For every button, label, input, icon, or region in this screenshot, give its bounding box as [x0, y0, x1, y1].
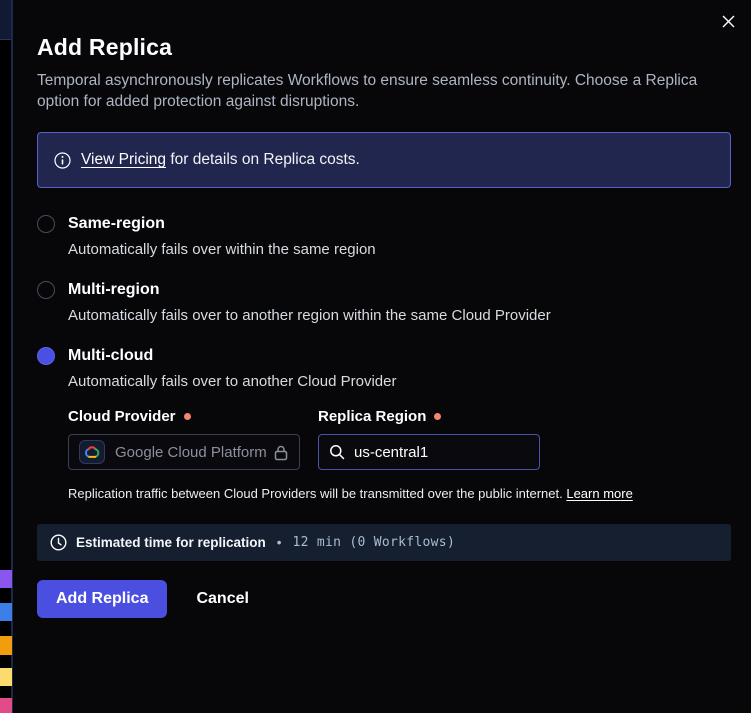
page-title: Add Replica — [37, 34, 727, 61]
backdrop-color-chip-yellow — [0, 668, 12, 686]
multi-region-label[interactable]: Multi-region — [68, 281, 160, 299]
replica-region-label-text: Replica Region — [318, 408, 426, 425]
multi-region-description: Automatically fails over to another regi… — [68, 307, 727, 324]
gcp-logo-icon — [79, 440, 105, 464]
replica-options-group: Same-region Automatically fails over wit… — [37, 215, 727, 501]
same-region-radio[interactable] — [37, 215, 55, 233]
cloud-provider-label: Cloud Provider — [68, 408, 300, 425]
backdrop-color-chip-purple — [0, 570, 12, 588]
background-page-sliver — [0, 0, 13, 713]
public-internet-note: Replication traffic between Cloud Provid… — [68, 486, 727, 501]
add-replica-modal: Add Replica Temporal asynchronously repl… — [13, 0, 751, 713]
estimate-separator: • — [277, 535, 282, 550]
multi-cloud-form: Cloud Provider — [68, 408, 727, 501]
cloud-provider-field-group: Cloud Provider — [68, 408, 300, 470]
cancel-button[interactable]: Cancel — [196, 590, 248, 608]
pricing-info-banner: View Pricing for details on Replica cost… — [37, 132, 731, 188]
replica-region-field-group: Replica Region us-centr — [318, 408, 540, 470]
clock-icon — [50, 534, 67, 551]
search-icon — [329, 444, 345, 460]
multi-region-radio[interactable] — [37, 281, 55, 299]
cloud-provider-label-text: Cloud Provider — [68, 408, 176, 425]
backdrop-color-chip-pink — [0, 698, 12, 713]
required-dot — [434, 413, 441, 420]
modal-description: Temporal asynchronously replicates Workf… — [37, 70, 713, 112]
background-header-fragment — [0, 0, 11, 40]
lock-icon — [273, 444, 289, 461]
option-same-region: Same-region Automatically fails over wit… — [37, 215, 727, 258]
replica-region-label: Replica Region — [318, 408, 540, 425]
backdrop-color-chip-blue — [0, 603, 12, 621]
info-icon — [54, 152, 71, 169]
add-replica-button[interactable]: Add Replica — [37, 580, 167, 618]
option-multi-region: Multi-region Automatically fails over to… — [37, 281, 727, 324]
multi-cloud-radio[interactable] — [37, 347, 55, 365]
option-multi-cloud: Multi-cloud Automatically fails over to … — [37, 347, 727, 501]
required-dot — [184, 413, 191, 420]
estimate-value: 12 min (0 Workflows) — [293, 535, 456, 550]
learn-more-link[interactable]: Learn more — [566, 486, 632, 501]
multi-cloud-label[interactable]: Multi-cloud — [68, 347, 153, 365]
multi-cloud-description: Automatically fails over to another Clou… — [68, 373, 727, 390]
estimated-time-banner: Estimated time for replication • 12 min … — [37, 524, 731, 561]
cloud-provider-select: Google Cloud Platform — [68, 434, 300, 470]
pricing-banner-text-after: for details on Replica costs. — [166, 151, 360, 168]
estimate-label: Estimated time for replication — [76, 535, 266, 550]
backdrop-color-chip-orange — [0, 636, 12, 655]
modal-footer: Add Replica Cancel — [37, 580, 727, 618]
same-region-description: Automatically fails over within the same… — [68, 241, 727, 258]
replica-region-value: us-central1 — [354, 444, 428, 461]
replica-region-input[interactable]: us-central1 — [318, 434, 540, 470]
same-region-label[interactable]: Same-region — [68, 215, 165, 233]
pricing-banner-text: View Pricing for details on Replica cost… — [81, 151, 360, 169]
cloud-provider-value: Google Cloud Platform — [115, 444, 267, 461]
view-pricing-link[interactable]: View Pricing — [81, 151, 166, 168]
public-internet-note-text: Replication traffic between Cloud Provid… — [68, 486, 566, 501]
